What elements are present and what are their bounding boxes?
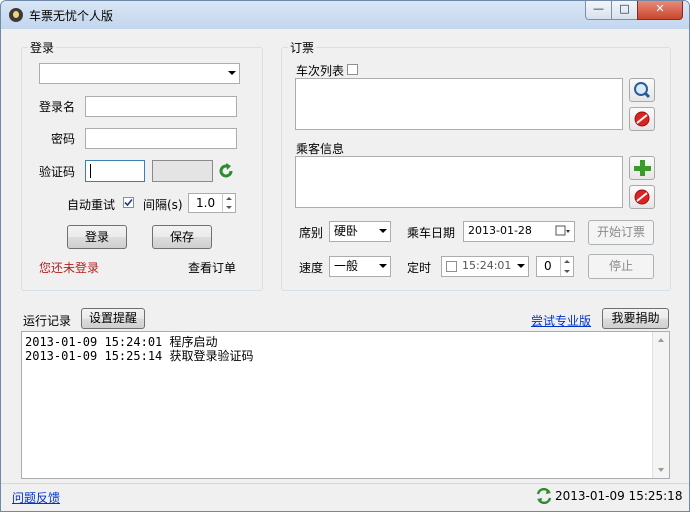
maximize-button[interactable]: □ [611, 1, 638, 20]
status-bar: 问题反馈 2013-01-09 15:25:18 [1, 483, 689, 511]
no-entry-icon [634, 111, 650, 127]
try-pro-link[interactable]: 尝试专业版 [531, 312, 591, 329]
no-entry-icon [634, 189, 650, 205]
log-scrollbar[interactable] [652, 332, 669, 478]
stop-button[interactable]: 停止 [588, 254, 654, 279]
interval-spinner[interactable]: 1.0 [188, 193, 236, 213]
scroll-down-icon[interactable] [658, 468, 664, 472]
chevron-down-icon [379, 229, 387, 233]
search-icon [634, 82, 651, 99]
seat-select-value: 硬卧 [334, 224, 359, 238]
auto-retry-label: 自动重试 [67, 198, 116, 212]
search-train-button[interactable] [629, 78, 655, 102]
passenger-list-box[interactable] [295, 156, 623, 208]
spin-up-icon [564, 260, 570, 263]
timer-label: 定时 [407, 261, 432, 275]
date-picker-value: 2013-01-28 [468, 224, 532, 237]
passenger-label: 乘客信息 [296, 142, 345, 156]
speed-select-value: 一般 [334, 259, 359, 273]
maximize-icon: □ [619, 2, 630, 15]
username-label: 登录名 [39, 100, 76, 114]
spin-down-icon [564, 270, 570, 273]
app-window: 车票无忧个人版 — □ ✕ 登录 登录名 密码 验证码 自动重试 间隔(s) 1… [0, 0, 690, 512]
donate-button[interactable]: 我要捐助 [602, 308, 669, 329]
chevron-down-icon [228, 71, 236, 75]
remove-passenger-button[interactable] [629, 185, 655, 209]
window-title: 车票无忧个人版 [29, 9, 114, 23]
order-group-label: 订票 [288, 39, 317, 56]
timer-checkbox[interactable] [446, 261, 457, 272]
spin-up-icon [226, 197, 232, 200]
timer-time-value: 15:24:01 [462, 259, 512, 272]
checkmark-icon [124, 198, 133, 207]
sync-icon [536, 488, 552, 504]
train-list-label: 车次列表 [296, 64, 345, 78]
minimize-button[interactable]: — [585, 1, 612, 20]
login-button[interactable]: 登录 [67, 225, 127, 249]
username-input[interactable] [85, 96, 237, 117]
spin-down-icon [226, 206, 232, 209]
seat-select[interactable]: 硬卧 [329, 221, 391, 242]
log-label: 运行记录 [23, 314, 72, 328]
add-passenger-button[interactable] [629, 156, 655, 180]
interval-spin-buttons[interactable] [222, 194, 235, 212]
close-button[interactable]: ✕ [637, 1, 683, 20]
auto-retry-checkbox[interactable] [123, 197, 134, 208]
view-orders-link[interactable]: 查看订单 [188, 259, 236, 276]
timer-count-value: 0 [544, 259, 552, 273]
account-select[interactable] [39, 63, 240, 84]
close-icon: ✕ [655, 2, 665, 15]
timer-count-spin-buttons[interactable] [560, 257, 573, 276]
login-status-text: 您还未登录 [39, 261, 100, 275]
train-list-checkbox[interactable] [347, 64, 358, 75]
train-list-box[interactable] [295, 78, 623, 130]
captcha-image[interactable] [152, 160, 213, 182]
status-datetime: 2013-01-09 15:25:18 [555, 489, 683, 503]
date-label: 乘车日期 [407, 226, 456, 240]
refresh-icon[interactable] [217, 162, 235, 180]
feedback-link[interactable]: 问题反馈 [12, 489, 60, 506]
chevron-down-icon [379, 264, 387, 268]
speed-select[interactable]: 一般 [329, 256, 391, 277]
password-label: 密码 [51, 132, 76, 146]
timer-count-spinner[interactable]: 0 [536, 256, 574, 277]
calendar-icon [555, 225, 570, 236]
captcha-label: 验证码 [39, 165, 76, 179]
password-input[interactable] [85, 128, 237, 149]
log-textarea[interactable]: 2013-01-09 15:24:01 程序启动 2013-01-09 15:2… [21, 331, 670, 479]
scroll-up-icon[interactable] [658, 338, 664, 342]
seat-label: 席别 [299, 226, 324, 240]
start-booking-button[interactable]: 开始订票 [588, 220, 654, 245]
settings-reminder-button[interactable]: 设置提醒 [81, 308, 145, 329]
timer-time-picker[interactable]: 15:24:01 [441, 256, 529, 277]
text-cursor [90, 164, 91, 178]
chevron-down-icon [517, 264, 525, 268]
log-line: 2013-01-09 15:25:14 获取登录验证码 [25, 349, 254, 363]
title-bar: 车票无忧个人版 — □ ✕ [1, 1, 689, 29]
login-group-label: 登录 [28, 39, 57, 56]
minimize-icon: — [593, 2, 604, 15]
captcha-input[interactable] [85, 160, 145, 182]
date-picker[interactable]: 2013-01-28 [463, 221, 575, 242]
speed-label: 速度 [299, 261, 324, 275]
save-button[interactable]: 保存 [152, 225, 212, 249]
interval-label: 间隔(s) [143, 198, 183, 212]
clear-train-button[interactable] [629, 107, 655, 131]
app-logo-icon [9, 8, 23, 22]
interval-value: 1.0 [196, 196, 216, 210]
plus-icon [634, 160, 651, 176]
